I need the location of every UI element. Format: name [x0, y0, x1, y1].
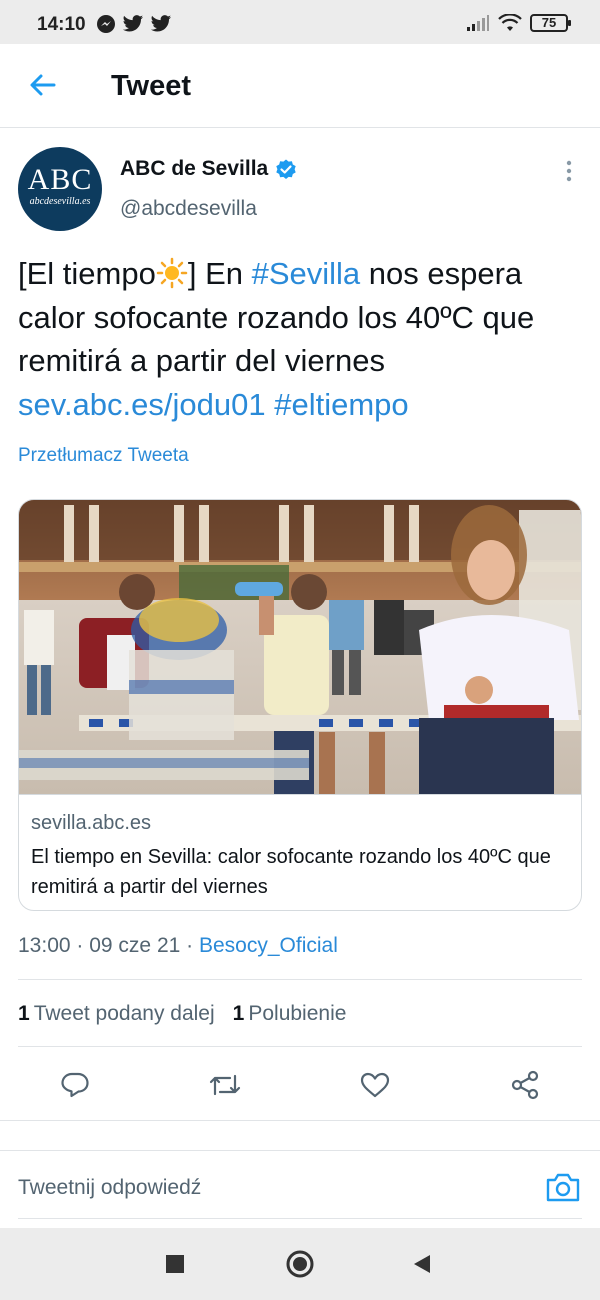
- camera-icon[interactable]: [544, 1168, 582, 1206]
- battery-icon: 75: [530, 14, 571, 32]
- tweet-text-part: ] En: [187, 256, 252, 291]
- verified-badge-icon: [276, 159, 296, 179]
- tweet-text: [El tiempo] En #Sevilla nos espera calor…: [18, 252, 588, 426]
- tweet-text-part: [El tiempo: [18, 256, 156, 291]
- link-preview-card[interactable]: sevilla.abc.es El tiempo en Sevilla: cal…: [18, 499, 582, 911]
- meta-separator: ·: [70, 934, 90, 957]
- sun-emoji-icon: [156, 257, 188, 289]
- likes-label: Polubienie: [248, 1002, 347, 1025]
- retweets-label: Tweet podany dalej: [33, 1002, 215, 1025]
- retweets-stat[interactable]: 1 Tweet podany dalej: [18, 1002, 215, 1026]
- tweet-actions: [0, 1063, 600, 1107]
- divider: [18, 1046, 582, 1047]
- card-domain: sevilla.abc.es: [31, 812, 152, 834]
- share-button[interactable]: [503, 1063, 547, 1107]
- page-title: Tweet: [111, 70, 192, 102]
- tweet-source-link[interactable]: Besocy_Oficial: [199, 934, 338, 957]
- arrow-left-icon[interactable]: [26, 68, 60, 102]
- url-link[interactable]: sev.abc.es/jodu01: [18, 387, 266, 422]
- retweet-button[interactable]: [203, 1063, 247, 1107]
- reply-composer: Tweetnij odpowiedź: [0, 1150, 600, 1220]
- back-nav-button[interactable]: [406, 1248, 438, 1280]
- avatar[interactable]: ABC abcdesevilla.es: [18, 147, 102, 231]
- retweets-count: 1: [18, 1002, 30, 1025]
- square-icon: [166, 1255, 184, 1273]
- share-icon: [511, 1070, 539, 1100]
- system-navigation-bar: [0, 1228, 600, 1300]
- like-button[interactable]: [353, 1063, 397, 1107]
- tweet-meta: 13:00 · 09 cze 21 · Besocy_Oficial: [18, 934, 338, 958]
- tweet-time: 13:00: [18, 934, 71, 957]
- circle-icon: [286, 1250, 314, 1278]
- system-icons: 75: [466, 14, 571, 32]
- heart-icon: [360, 1072, 390, 1098]
- more-options-icon[interactable]: [556, 158, 582, 184]
- divider: [18, 979, 582, 980]
- card-title: El tiempo en Sevilla: calor sofocante ro…: [31, 846, 551, 898]
- card-photo: [19, 500, 581, 794]
- divider: [18, 1218, 582, 1219]
- likes-stat[interactable]: 1 Polubienie: [233, 1002, 347, 1026]
- hashtag-link[interactable]: #Sevilla: [252, 256, 361, 291]
- status-time: 14:10: [37, 14, 86, 35]
- messenger-icon: [97, 15, 115, 33]
- reply-icon: [61, 1072, 89, 1098]
- status-bar: 14:10 75: [0, 0, 600, 44]
- tweet-text-part: [266, 387, 275, 422]
- tweet-stats: 1 Tweet podany dalej 1 Polubienie: [18, 1002, 346, 1026]
- card-image: [19, 500, 581, 795]
- recent-apps-button[interactable]: [159, 1248, 191, 1280]
- twitter-icon: [122, 15, 144, 32]
- divider: [0, 1120, 600, 1121]
- translate-tweet-link[interactable]: Przetłumacz Tweeta: [18, 445, 189, 467]
- reply-input[interactable]: Tweetnij odpowiedź: [18, 1176, 201, 1200]
- author-handle[interactable]: @abcdesevilla: [120, 197, 257, 221]
- retweet-icon: [209, 1074, 241, 1096]
- hashtag-link[interactable]: #eltiempo: [274, 387, 408, 422]
- author-name[interactable]: ABC de Sevilla: [120, 157, 268, 181]
- likes-count: 1: [232, 1002, 245, 1025]
- wifi-icon: [498, 14, 522, 31]
- triangle-back-icon: [414, 1255, 430, 1273]
- meta-separator: ·: [180, 934, 199, 957]
- twitter-icon: [150, 15, 172, 32]
- signal-icon: [467, 15, 489, 31]
- app-bar: Tweet: [0, 44, 600, 128]
- reply-button[interactable]: [53, 1063, 97, 1107]
- notification-icons: [96, 14, 172, 34]
- avatar-logo-text: ABC: [27, 163, 93, 196]
- tweet-date: 09 cze 21: [89, 934, 181, 957]
- avatar-logo-subtext: abcdesevilla.es: [29, 196, 91, 207]
- home-button[interactable]: [284, 1248, 316, 1280]
